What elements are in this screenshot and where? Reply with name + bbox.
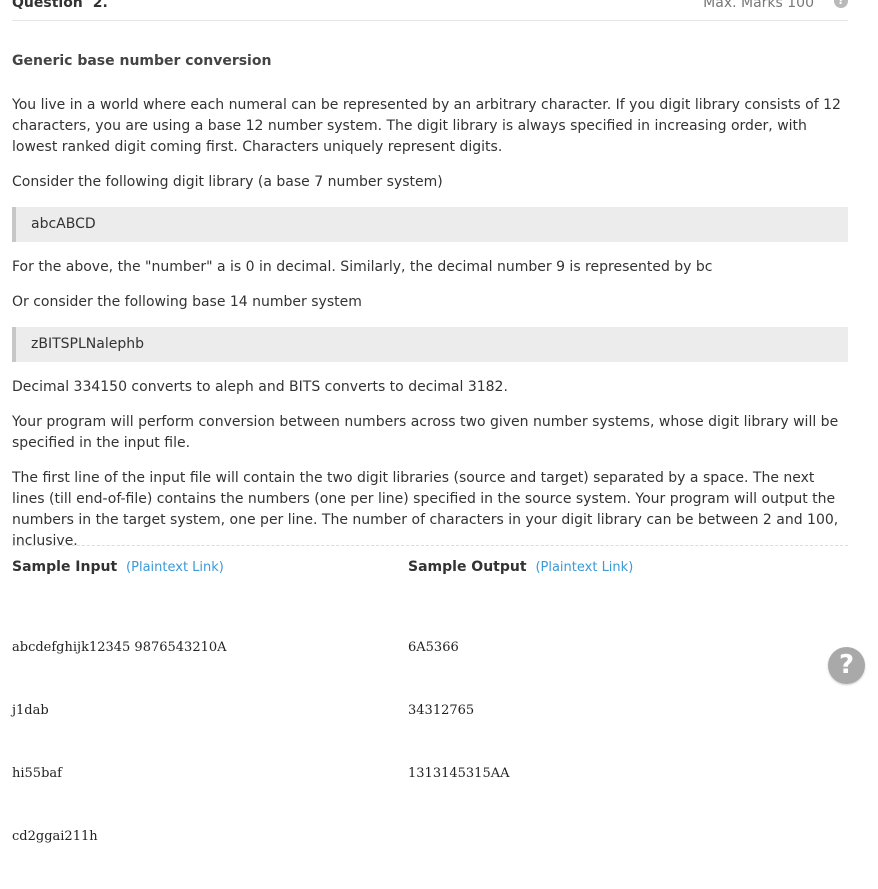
sample-input-line: hi55baf	[12, 766, 62, 781]
sample-output-plaintext-link[interactable]: (Plaintext Link)	[535, 560, 633, 575]
problem-paragraph-alt: Or consider the following base 14 number…	[12, 294, 362, 310]
sample-input-line: j1dab	[12, 703, 49, 718]
problem-title: Generic base number conversion	[12, 53, 272, 69]
sample-output-line: 6A5366	[408, 640, 459, 655]
sample-input-block: abcdefghijk12345 9876543210A j1dab hi55b…	[12, 595, 227, 889]
sample-output-block: 6A5366 34312765 1313145315AA	[408, 595, 510, 826]
question-page: Question 2. Max. Marks 100 ? Generic base…	[12, 0, 848, 844]
sample-input-line: abcdefghijk12345 9876543210A	[12, 640, 227, 655]
max-marks: Max. Marks 100	[703, 0, 814, 11]
sample-output-line: 34312765	[408, 703, 475, 718]
question-label-text: Question	[12, 0, 83, 11]
question-label: Question 2.	[12, 0, 108, 11]
problem-paragraph-consider: Consider the following digit library (a …	[12, 174, 443, 190]
sample-input-line: cd2ggai211h	[12, 829, 98, 844]
sample-output-line: 1313145315AA	[408, 766, 510, 781]
question-circle-icon[interactable]: ?	[834, 0, 848, 8]
question-header: Question 2. Max. Marks 100 ?	[12, 0, 848, 21]
problem-paragraph-task: Your program will perform conversion bet…	[12, 414, 839, 451]
sample-input-header: Sample Input (Plaintext Link)	[12, 559, 224, 575]
problem-paragraph-example: For the above, the "number" a is 0 in de…	[12, 259, 713, 275]
code-block-digit-library-2: zBITSPLNalephb	[12, 327, 848, 362]
floating-help-button[interactable]: ?	[828, 647, 865, 684]
sample-input-label: Sample Input	[12, 559, 118, 575]
samples-divider	[12, 545, 848, 546]
sample-output-label: Sample Output	[408, 559, 527, 575]
sample-output-header: Sample Output (Plaintext Link)	[408, 559, 633, 575]
problem-paragraph-conversion: Decimal 334150 converts to aleph and BIT…	[12, 379, 508, 395]
sample-input-plaintext-link[interactable]: (Plaintext Link)	[126, 560, 224, 575]
question-number: 2.	[92, 0, 108, 11]
problem-paragraph-intro: You live in a world where each numeral c…	[12, 97, 841, 155]
code-block-digit-library-1: abcABCD	[12, 207, 848, 242]
problem-paragraph-input-format: The first line of the input file will co…	[12, 470, 839, 549]
